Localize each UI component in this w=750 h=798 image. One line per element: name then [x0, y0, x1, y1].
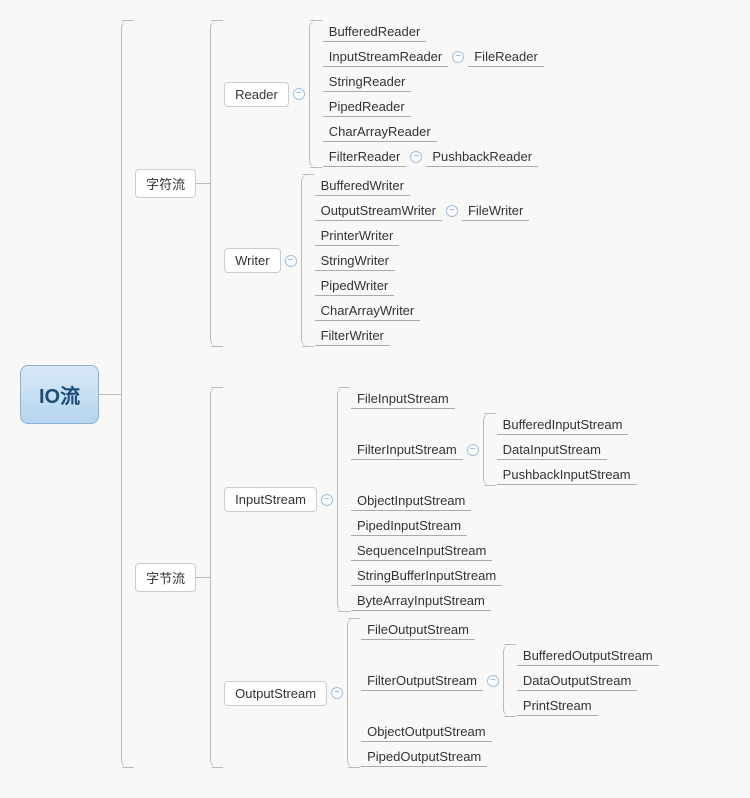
- root-node[interactable]: IO流: [20, 365, 99, 424]
- leaf-file-outputstream[interactable]: FileOutputStream: [361, 619, 475, 640]
- leaf-filter-writer[interactable]: FilterWriter: [315, 325, 390, 346]
- collapse-icon[interactable]: −: [452, 51, 464, 63]
- branch-outputstream: OutputStream − FileOutputStream FilterOu…: [224, 618, 659, 768]
- leaf-inputstream-reader[interactable]: InputStreamReader: [323, 46, 448, 67]
- branch-inputstream: InputStream − FileInputStream FilterInpu…: [224, 387, 659, 612]
- leaf-sequence-inputstream[interactable]: SequenceInputStream: [351, 540, 492, 561]
- leaf-printer-writer[interactable]: PrinterWriter: [315, 225, 400, 246]
- leaf-data-inputstream[interactable]: DataInputStream: [497, 439, 607, 460]
- collapse-icon[interactable]: −: [331, 687, 343, 699]
- collapse-icon[interactable]: −: [410, 151, 422, 163]
- leaf-stringbuffer-inputstream[interactable]: StringBufferInputStream: [351, 565, 502, 586]
- leaf-data-outputstream[interactable]: DataOutputStream: [517, 670, 637, 691]
- leaf-outputstream-writer[interactable]: OutputStreamWriter: [315, 200, 442, 221]
- collapse-icon[interactable]: −: [467, 444, 479, 456]
- mindmap-root-container: IO流 字符流 Reader −: [20, 20, 730, 768]
- branch-reader: Reader − BufferedReader InputStreamReade…: [224, 20, 544, 168]
- leaf-file-reader[interactable]: FileReader: [468, 46, 544, 67]
- leaf-buffered-outputstream[interactable]: BufferedOutputStream: [517, 645, 659, 666]
- collapse-icon[interactable]: −: [487, 675, 499, 687]
- leaf-bytearray-inputstream[interactable]: ByteArrayInputStream: [351, 590, 491, 611]
- collapse-icon[interactable]: −: [285, 255, 297, 267]
- leaf-piped-writer[interactable]: PipedWriter: [315, 275, 395, 296]
- node-outputstream[interactable]: OutputStream: [224, 681, 327, 706]
- branch-char-stream: 字符流 Reader − BufferedReader: [135, 20, 659, 347]
- node-char-stream[interactable]: 字符流: [135, 169, 196, 198]
- node-inputstream[interactable]: InputStream: [224, 487, 317, 512]
- node-writer[interactable]: Writer: [224, 248, 280, 273]
- leaf-file-inputstream[interactable]: FileInputStream: [351, 388, 455, 409]
- collapse-icon[interactable]: −: [293, 88, 305, 100]
- node-byte-stream[interactable]: 字节流: [135, 563, 196, 592]
- node-reader[interactable]: Reader: [224, 82, 289, 107]
- leaf-file-writer[interactable]: FileWriter: [462, 200, 529, 221]
- leaf-buffered-writer[interactable]: BufferedWriter: [315, 175, 410, 196]
- leaf-chararray-writer[interactable]: CharArrayWriter: [315, 300, 421, 321]
- leaf-piped-reader[interactable]: PipedReader: [323, 96, 411, 117]
- leaf-filter-reader[interactable]: FilterReader: [323, 146, 407, 167]
- collapse-icon[interactable]: −: [321, 494, 333, 506]
- leaf-string-writer[interactable]: StringWriter: [315, 250, 395, 271]
- leaf-filter-outputstream[interactable]: FilterOutputStream: [361, 670, 483, 691]
- leaf-print-stream[interactable]: PrintStream: [517, 695, 598, 716]
- collapse-icon[interactable]: −: [446, 205, 458, 217]
- leaf-piped-outputstream[interactable]: PipedOutputStream: [361, 746, 487, 767]
- leaf-chararray-reader[interactable]: CharArrayReader: [323, 121, 437, 142]
- branch-writer: Writer − BufferedWriter OutputStreamWrit…: [224, 174, 544, 347]
- leaf-object-outputstream[interactable]: ObjectOutputStream: [361, 721, 492, 742]
- leaf-pushback-inputstream[interactable]: PushbackInputStream: [497, 464, 637, 485]
- leaf-buffered-reader[interactable]: BufferedReader: [323, 21, 427, 42]
- leaf-string-reader[interactable]: StringReader: [323, 71, 412, 92]
- leaf-filter-inputstream[interactable]: FilterInputStream: [351, 439, 463, 460]
- leaf-buffered-inputstream[interactable]: BufferedInputStream: [497, 414, 629, 435]
- leaf-object-inputstream[interactable]: ObjectInputStream: [351, 490, 471, 511]
- leaf-pushback-reader[interactable]: PushbackReader: [426, 146, 538, 167]
- leaf-piped-inputstream[interactable]: PipedInputStream: [351, 515, 467, 536]
- branch-byte-stream: 字节流 InputStream − FileInputStream: [135, 387, 659, 768]
